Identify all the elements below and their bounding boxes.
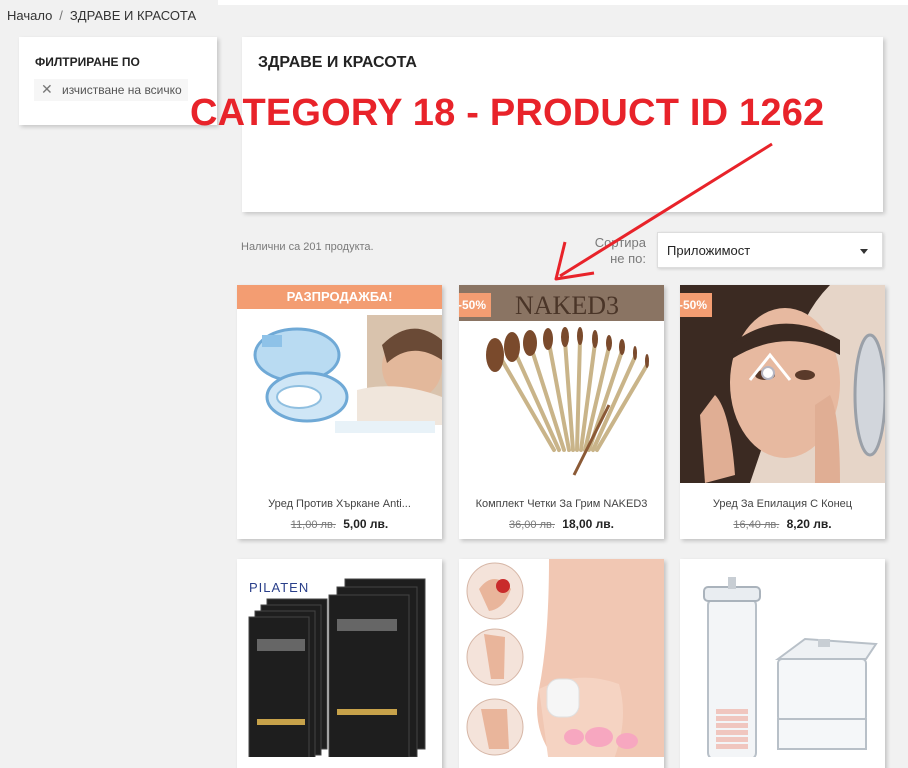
product-prices: 36,00 лв. 18,00 лв. bbox=[459, 517, 664, 531]
discount-badge: -50% bbox=[459, 293, 491, 317]
product-image[interactable] bbox=[459, 559, 664, 757]
breadcrumb-separator: / bbox=[59, 8, 63, 23]
old-price: 16,40 лв. bbox=[733, 519, 780, 531]
current-price: 18,00 лв. bbox=[562, 517, 614, 531]
product-card[interactable] bbox=[680, 559, 885, 768]
product-prices: 11,00 лв. 5,00 лв. bbox=[237, 517, 442, 531]
product-image-brand-text: PILATEN bbox=[249, 580, 309, 595]
current-price: 5,00 лв. bbox=[343, 517, 389, 531]
sort-selected-value: Приложимост bbox=[667, 243, 751, 258]
page-title: ЗДРАВЕ И КРАСОТА bbox=[258, 54, 417, 71]
product-image[interactable] bbox=[680, 559, 885, 757]
breadcrumb: Начало / ЗДРАВЕ И КРАСОТА bbox=[0, 0, 216, 32]
product-name[interactable]: Комплект Четки За Грим NAKED3 bbox=[459, 498, 664, 510]
clear-all-filters-button[interactable]: ✕ изчистване на всичко bbox=[34, 79, 188, 101]
sale-badge: РАЗПРОДАЖБА! bbox=[237, 285, 442, 309]
chevron-down-icon bbox=[860, 249, 868, 254]
filter-title: ФИЛТРИРАНЕ ПО bbox=[35, 55, 140, 69]
annotation-text: CATEGORY 18 - PRODUCT ID 1262 bbox=[190, 92, 825, 134]
sort-label-line2: не по: bbox=[610, 251, 646, 266]
header-strip bbox=[218, 0, 908, 5]
product-image[interactable] bbox=[237, 285, 442, 483]
discount-badge: -50% bbox=[680, 293, 712, 317]
breadcrumb-home-link[interactable]: Начало bbox=[7, 8, 52, 23]
clear-all-label: изчистване на всичко bbox=[62, 83, 182, 97]
sort-label: Сортира не по: bbox=[586, 235, 646, 267]
product-card[interactable]: РАЗПРОДАЖБА! Уред Против Хъркане Anti...… bbox=[237, 285, 442, 539]
product-name[interactable]: Уред Против Хъркане Anti... bbox=[237, 498, 442, 510]
product-name[interactable]: Уред За Епилация С Конец bbox=[680, 498, 885, 510]
product-card[interactable]: -50% NAKED3 Комплект Четки За Грим NAKED… bbox=[459, 285, 664, 539]
product-card[interactable] bbox=[459, 559, 664, 768]
product-card[interactable]: PILATEN bbox=[237, 559, 442, 768]
current-price: 8,20 лв. bbox=[786, 517, 832, 531]
old-price: 36,00 лв. bbox=[509, 519, 555, 531]
product-count: Налични са 201 продукта. bbox=[241, 241, 374, 253]
product-image[interactable]: PILATEN bbox=[237, 559, 442, 757]
breadcrumb-current: ЗДРАВЕ И КРАСОТА bbox=[69, 8, 197, 23]
old-price: 11,00 лв. bbox=[290, 519, 336, 531]
sort-dropdown[interactable]: Приложимост bbox=[657, 232, 883, 268]
product-card[interactable]: -50% Уред За Епилация С Конец 16,40 лв. … bbox=[680, 285, 885, 539]
product-image-brand-text: NAKED3 bbox=[515, 291, 619, 320]
sort-label-line1: Сортира bbox=[594, 235, 646, 250]
product-prices: 16,40 лв. 8,20 лв. bbox=[680, 517, 885, 531]
close-icon: ✕ bbox=[41, 81, 53, 97]
